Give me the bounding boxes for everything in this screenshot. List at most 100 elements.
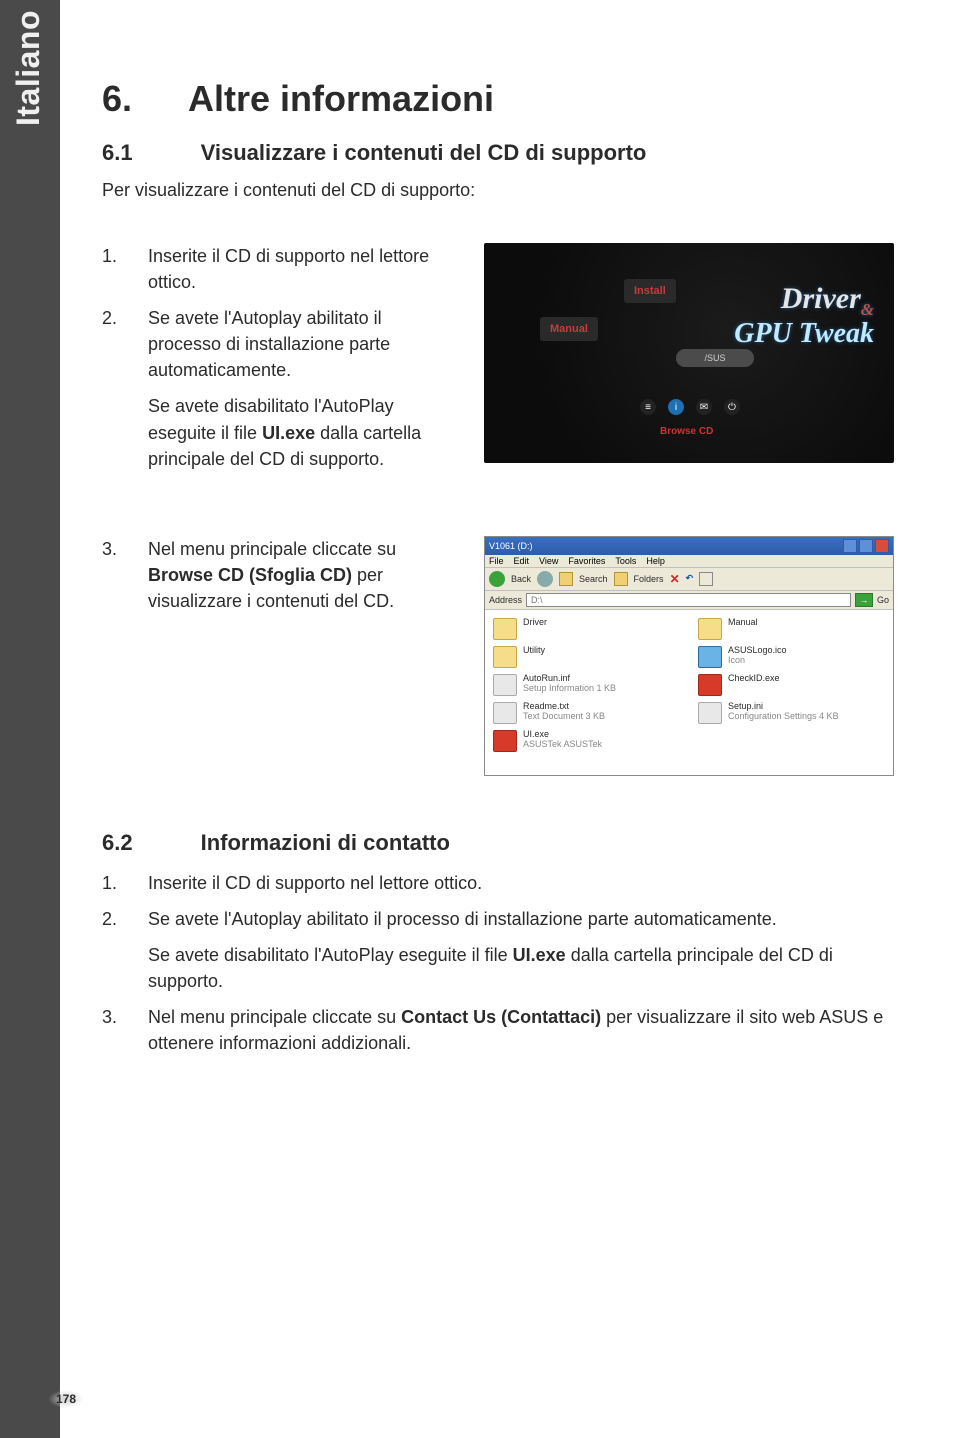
file-label: Driver	[523, 618, 547, 628]
file-item[interactable]: Utility	[493, 646, 680, 668]
step-text: Inserite il CD di supporto nel lettore o…	[148, 870, 894, 896]
section-6-1-intro: Per visualizzare i contenuti del CD di s…	[102, 180, 894, 201]
step-text: Inserite il CD di supporto nel lettore o…	[148, 243, 458, 295]
go-label: Go	[877, 595, 889, 605]
file-item[interactable]: Readme.txtText Document 3 KB	[493, 702, 680, 724]
installer-title: Driver& GPU Tweak	[734, 283, 874, 348]
address-label: Address	[489, 595, 522, 605]
step-number: 3.	[102, 536, 122, 614]
file-icon	[493, 702, 517, 724]
explorer-screenshot: V1061 (D:) File Edit View Favorites Tool…	[484, 536, 894, 776]
search-label[interactable]: Search	[579, 574, 608, 584]
power-icon[interactable]: ⏻	[724, 399, 740, 415]
file-label: ASUSLogo.icoIcon	[728, 646, 787, 666]
file-icon	[698, 674, 722, 696]
folder-icon	[698, 618, 722, 640]
file-item[interactable]: Manual	[698, 618, 885, 640]
heading-1-number: 6.	[102, 78, 132, 120]
menu-favorites[interactable]: Favorites	[568, 556, 605, 566]
heading-6-1-number: 6.1	[102, 140, 133, 166]
file-label: Readme.txtText Document 3 KB	[523, 702, 605, 722]
step-subpara: Se avete disabilitato l'AutoPlay eseguit…	[148, 393, 458, 471]
forward-icon[interactable]	[537, 571, 553, 587]
file-label: UI.exeASUSTek ASUSTek	[523, 730, 602, 750]
delete-icon[interactable]: ✕	[670, 572, 680, 586]
heading-6-1-title: Visualizzare i contenuti del CD di suppo…	[201, 140, 647, 166]
installer-bottom-icons: ≡ i ✉ ⏻	[640, 399, 740, 415]
page-number: 178	[48, 1390, 84, 1408]
step-number: 3.	[102, 1004, 122, 1056]
file-label: Manual	[728, 618, 758, 628]
back-label[interactable]: Back	[511, 574, 531, 584]
heading-6-2-title: Informazioni di contatto	[201, 830, 450, 856]
step-number: 1.	[102, 243, 122, 295]
asus-logo: /SUS	[676, 349, 754, 367]
explorer-titlebar: V1061 (D:)	[485, 537, 893, 555]
menu-file[interactable]: File	[489, 556, 504, 566]
views-icon[interactable]	[699, 572, 713, 586]
file-label: Utility	[523, 646, 545, 656]
page-content: 6. Altre informazioni 6.1 Visualizzare i…	[60, 0, 954, 1438]
file-label: CheckID.exe	[728, 674, 780, 684]
file-item[interactable]: UI.exeASUSTek ASUSTek	[493, 730, 680, 752]
folder-icon	[493, 618, 517, 640]
minimize-icon[interactable]	[843, 539, 857, 553]
go-button[interactable]: →	[855, 593, 873, 607]
menu-help[interactable]: Help	[646, 556, 665, 566]
file-label: AutoRun.infSetup Information 1 KB	[523, 674, 616, 694]
explorer-addressbar: Address D:\ → Go	[485, 591, 893, 610]
folders-icon[interactable]	[614, 572, 628, 586]
heading-6-2: 6.2 Informazioni di contatto	[102, 830, 894, 856]
step-number: 2.	[102, 305, 122, 472]
file-icon	[493, 730, 517, 752]
folder-icon	[493, 646, 517, 668]
file-icon	[493, 674, 517, 696]
installer-manual-button[interactable]: Manual	[540, 317, 598, 341]
steps-6-2: 1. Inserite il CD di supporto nel lettor…	[102, 870, 894, 1057]
installer-browse-cd[interactable]: Browse CD	[660, 426, 713, 437]
explorer-title-text: V1061 (D:)	[489, 541, 533, 551]
file-icon	[698, 702, 722, 724]
installer-install-button[interactable]: Install	[624, 279, 676, 303]
contact-us-bold: Contact Us (Contattaci)	[401, 1007, 601, 1027]
mail-icon[interactable]: ✉	[696, 399, 712, 415]
heading-6-1: 6.1 Visualizzare i contenuti del CD di s…	[102, 140, 894, 166]
menu-view[interactable]: View	[539, 556, 558, 566]
folders-label[interactable]: Folders	[634, 574, 664, 584]
file-item[interactable]: ASUSLogo.icoIcon	[698, 646, 885, 668]
steps-6-1-part1: 1. Inserite il CD di supporto nel lettor…	[102, 243, 458, 472]
up-icon[interactable]	[559, 572, 573, 586]
back-icon[interactable]	[489, 571, 505, 587]
step-text: Nel menu principale cliccate su Browse C…	[148, 536, 458, 614]
undo-icon[interactable]: ↶	[686, 573, 694, 584]
heading-6-2-number: 6.2	[102, 830, 133, 856]
file-item[interactable]: Setup.iniConfiguration Settings 4 KB	[698, 702, 885, 724]
step-text: Nel menu principale cliccate su Contact …	[148, 1004, 894, 1056]
file-icon	[698, 646, 722, 668]
close-icon[interactable]	[875, 539, 889, 553]
explorer-toolbar: Back Search Folders ✕ ↶	[485, 568, 893, 591]
heading-1: 6. Altre informazioni	[102, 78, 894, 120]
file-item[interactable]: CheckID.exe	[698, 674, 885, 696]
steps-6-1-part2: 3. Nel menu principale cliccate su Brows…	[102, 536, 458, 614]
side-rail: Italiano	[0, 0, 60, 1438]
step-text: Se avete l'Autoplay abilitato il process…	[148, 906, 894, 994]
step-para: Se avete l'Autoplay abilitato il process…	[148, 909, 777, 929]
ampersand-icon: &	[861, 300, 874, 319]
menu-edit[interactable]: Edit	[514, 556, 530, 566]
language-tab: Italiano	[10, 10, 47, 126]
file-item[interactable]: AutoRun.infSetup Information 1 KB	[493, 674, 680, 696]
ui-exe-bold: UI.exe	[262, 423, 315, 443]
maximize-icon[interactable]	[859, 539, 873, 553]
heading-1-title: Altre informazioni	[188, 78, 494, 120]
installer-screenshot: Install Manual /SUS Driver& GPU Tweak ≡ …	[484, 243, 894, 463]
info-icon[interactable]: i	[668, 399, 684, 415]
bars-icon[interactable]: ≡	[640, 399, 656, 415]
explorer-file-list: Driver Manual Utility ASUSLogo.icoIcon AutoR…	[485, 610, 893, 775]
address-field[interactable]: D:\	[526, 593, 851, 607]
file-label: Setup.iniConfiguration Settings 4 KB	[728, 702, 839, 722]
explorer-menubar: File Edit View Favorites Tools Help	[485, 555, 893, 568]
file-item[interactable]: Driver	[493, 618, 680, 640]
step-para: Se avete l'Autoplay abilitato il process…	[148, 308, 390, 380]
menu-tools[interactable]: Tools	[615, 556, 636, 566]
